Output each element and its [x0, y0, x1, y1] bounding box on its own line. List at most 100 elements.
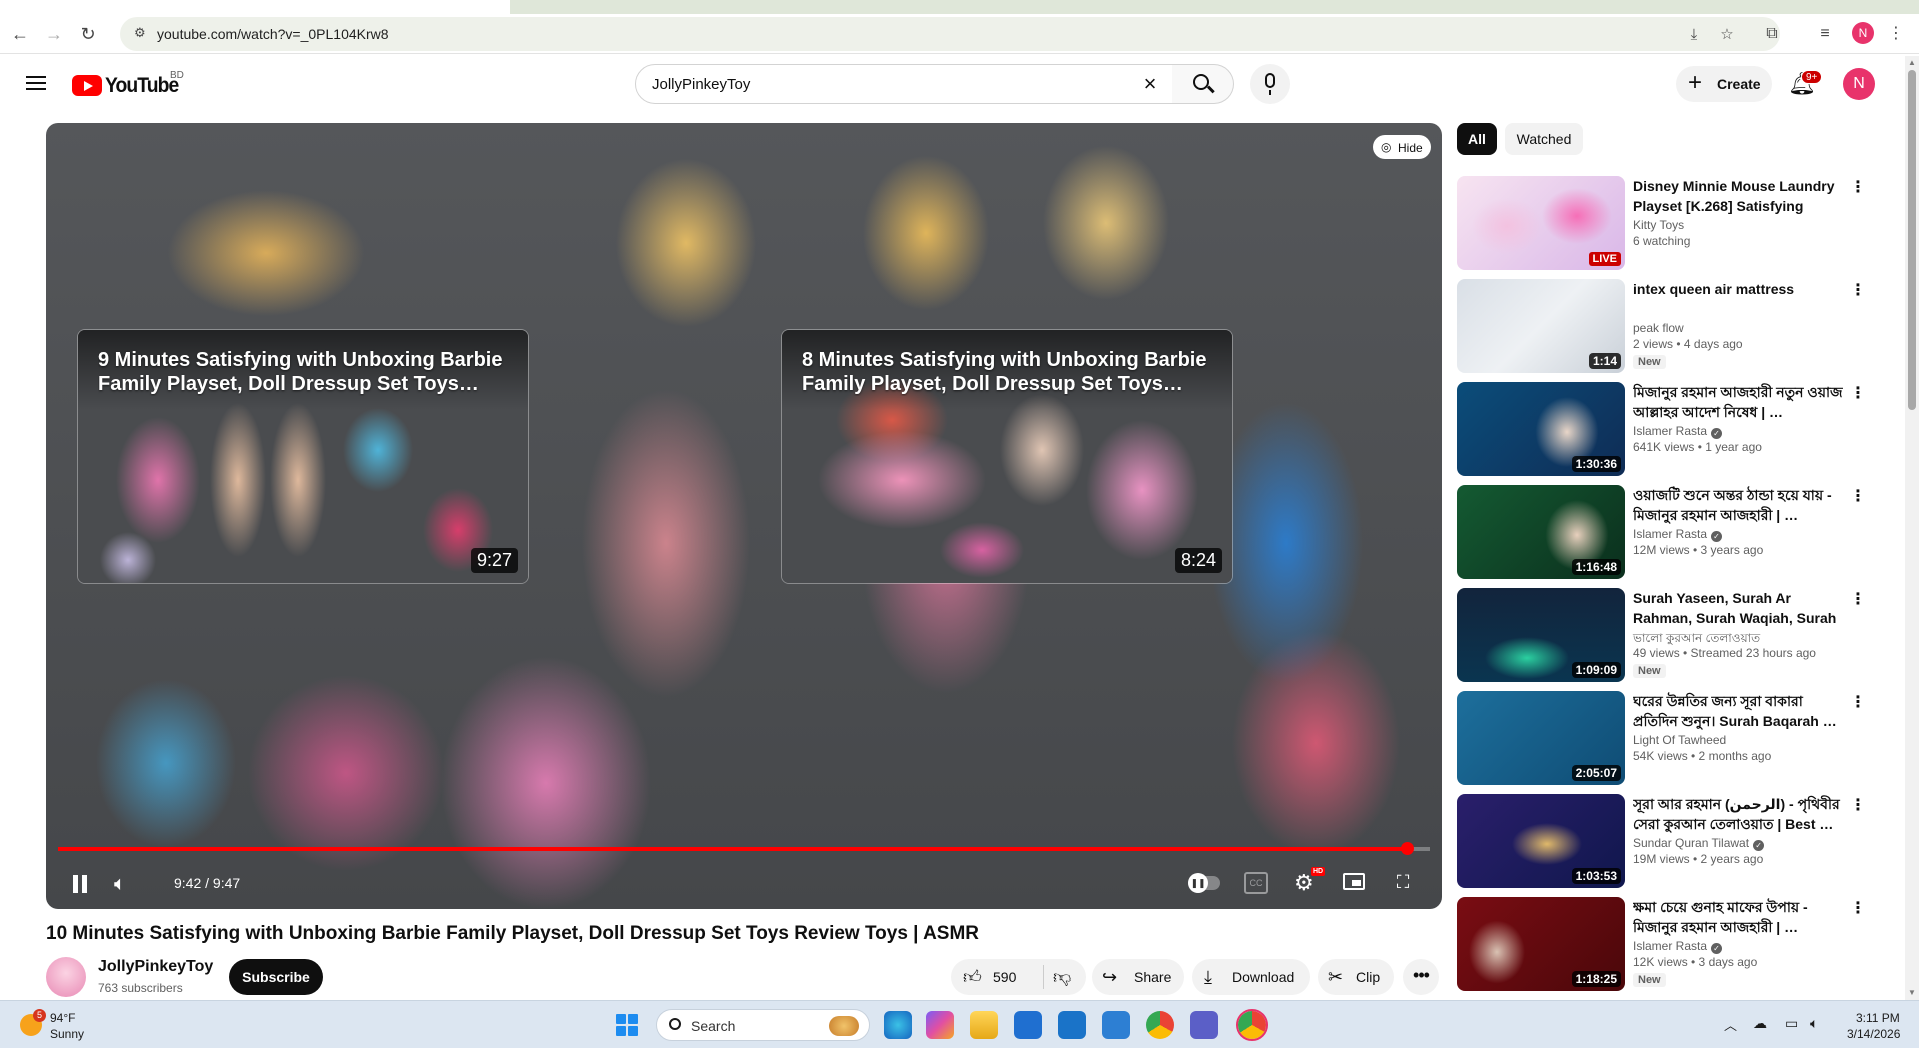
progress-scrubber[interactable] — [1400, 842, 1414, 855]
chip-watched[interactable]: Watched — [1505, 123, 1583, 155]
like-count[interactable]: 590 — [993, 969, 1016, 985]
scroll-down-icon[interactable]: ▼ — [1908, 988, 1916, 997]
copilot-icon[interactable] — [926, 1011, 954, 1039]
subtitles-icon[interactable]: CC — [1244, 872, 1268, 894]
active-tab[interactable] — [0, 0, 510, 14]
download-button[interactable]: ⤓ Download — [1192, 959, 1310, 995]
onedrive-cloud-icon[interactable]: ☁ — [1753, 1015, 1767, 1032]
recommendation-item[interactable]: 1:03:53 সূরা আর রহমান (الرحمن) - পৃথিবীর … — [1457, 794, 1877, 888]
progress-bar[interactable] — [58, 842, 1430, 855]
recommendation-item[interactable]: 1:09:09 Surah Yaseen, Surah Ar Rahman, Su… — [1457, 588, 1877, 682]
hide-endscreen-button[interactable]: ◎ Hide — [1373, 135, 1431, 159]
recommendation-title[interactable]: Surah Yaseen, Surah Ar Rahman, Surah Waq… — [1633, 588, 1845, 628]
recommendation-thumbnail[interactable]: 1:09:09 — [1457, 588, 1625, 682]
recommendation-title[interactable]: মিজানুর রহমান আজহারী নতুন ওয়াজ আল্লাহর … — [1633, 382, 1845, 422]
endscreen-video-card[interactable]: 8 Minutes Satisfying with Unboxing Barbi… — [781, 329, 1233, 584]
recommendation-title[interactable]: ওয়াজটি শুনে অন্তর ঠান্ডা হয়ে যায় - মি… — [1633, 485, 1845, 525]
more-options-icon[interactable]: ⋮ — [1846, 279, 1870, 303]
recommendation-channel[interactable]: Sundar Quran Tilawat — [1633, 836, 1749, 850]
weather-temperature[interactable]: 94°F — [50, 1011, 75, 1025]
recommendation-thumbnail[interactable]: 1:18:25 — [1457, 897, 1625, 991]
media-controls-icon[interactable]: ≡ — [1813, 22, 1837, 46]
address-url[interactable]: youtube.com/watch?v=_0PL104Krw8 — [157, 26, 389, 42]
edge-browser-icon[interactable] — [884, 1011, 912, 1039]
more-options-icon[interactable]: ⋮ — [1846, 588, 1870, 612]
clip-button[interactable]: ✂ Clip — [1318, 959, 1394, 995]
channel-name[interactable]: JollyPinkeyToy — [98, 958, 213, 976]
more-options-icon[interactable]: ⋮ — [1846, 691, 1870, 715]
more-options-icon[interactable]: ⋮ — [1846, 794, 1870, 818]
recommendation-item[interactable]: 1:14 intex queen air mattress peak flow 2 v… — [1457, 279, 1877, 373]
miniplayer-icon[interactable] — [1343, 873, 1365, 890]
recommendation-item[interactable]: 2:05:07 ঘরের উন্নতির জন্য সূরা বাকারা প্র… — [1457, 691, 1877, 785]
bookmark-star-icon[interactable]: ☆ — [1718, 26, 1736, 44]
taskbar-search[interactable]: Search — [656, 1009, 870, 1041]
scroll-up-icon[interactable]: ▲ — [1908, 58, 1916, 67]
chip-all[interactable]: All — [1457, 123, 1497, 155]
recommendation-channel[interactable]: ভালো কুরআন তেলাওয়াত — [1633, 631, 1760, 645]
thumbs-up-icon[interactable]: 👍︎ — [963, 966, 982, 988]
recommendation-item[interactable]: 1:30:36 মিজানুর রহমান আজহারী নতুন ওয়াজ আ… — [1457, 382, 1877, 476]
teams-icon[interactable] — [1190, 1011, 1218, 1039]
pause-icon[interactable] — [68, 872, 92, 896]
more-options-icon[interactable]: ⋮ — [1846, 382, 1870, 406]
volume-icon[interactable]: 🔈︎ — [114, 871, 140, 897]
mail-icon[interactable] — [1058, 1011, 1086, 1039]
chrome-menu-icon[interactable]: ⋮ — [1884, 22, 1908, 46]
recommendation-title[interactable]: ক্ষমা চেয়ে গুনাহ মাফের উপায় - মিজানুর … — [1633, 897, 1845, 937]
scroll-thumb[interactable] — [1908, 70, 1916, 410]
forward-icon[interactable]: → — [42, 22, 66, 46]
microsoft-store-icon[interactable] — [1014, 1011, 1042, 1039]
more-options-icon[interactable]: ⋮ — [1846, 485, 1870, 509]
autoplay-toggle[interactable]: ❚❚ — [1188, 873, 1220, 893]
recommendation-thumbnail[interactable]: 1:16:48 — [1457, 485, 1625, 579]
recommendation-thumbnail[interactable]: 1:30:36 — [1457, 382, 1625, 476]
recommendation-channel[interactable]: Light Of Tawheed — [1633, 733, 1726, 747]
menu-icon[interactable] — [24, 72, 48, 96]
endscreen-video-title[interactable]: 8 Minutes Satisfying with Unboxing Barbi… — [802, 348, 1212, 396]
chrome-icon[interactable] — [1146, 1011, 1174, 1039]
weather-condition[interactable]: Sunny — [50, 1027, 84, 1041]
file-explorer-icon[interactable] — [970, 1011, 998, 1039]
windows-start-icon[interactable] — [616, 1014, 638, 1036]
speaker-icon[interactable]: 🔈︎ — [1810, 1015, 1818, 1032]
channel-avatar[interactable] — [46, 957, 86, 997]
fullscreen-icon[interactable]: ⛶ — [1392, 871, 1414, 893]
recommendation-title[interactable]: সূরা আর রহমান (الرحمن) - পৃথিবীর সেরা কু… — [1633, 794, 1845, 834]
endscreen-video-card[interactable]: 9 Minutes Satisfying with Unboxing Barbi… — [77, 329, 529, 584]
search-input[interactable]: JollyPinkeyToy × — [635, 64, 1173, 104]
endscreen-video-title[interactable]: 9 Minutes Satisfying with Unboxing Barbi… — [98, 348, 508, 396]
share-button[interactable]: ↪ Share — [1092, 959, 1184, 995]
extensions-icon[interactable]: ⧉ — [1760, 22, 1784, 46]
recommendation-thumbnail[interactable]: 2:05:07 — [1457, 691, 1625, 785]
browser-profile-avatar[interactable]: N — [1852, 22, 1874, 44]
recommendation-thumbnail[interactable]: LIVE — [1457, 176, 1625, 270]
recommendation-title[interactable]: intex queen air mattress — [1633, 279, 1845, 299]
address-bar[interactable]: ⚙ youtube.com/watch?v=_0PL104Krw8 ⤓ ☆ — [120, 17, 1780, 51]
account-avatar[interactable]: N — [1843, 68, 1875, 100]
recommendation-item[interactable]: 1:18:25 ক্ষমা চেয়ে গুনাহ মাফের উপায় - ম… — [1457, 897, 1877, 991]
recommendation-channel[interactable]: Kitty Toys — [1633, 218, 1684, 232]
tray-overflow-chevron-icon[interactable]: ︿ — [1724, 1015, 1737, 1034]
voice-search-button[interactable] — [1250, 64, 1290, 104]
clear-search-icon[interactable]: × — [1138, 72, 1162, 96]
thumbs-down-icon[interactable]: 👎︎ — [1053, 966, 1071, 988]
clock-date[interactable]: 3/14/2026 — [1847, 1027, 1900, 1041]
recommendation-channel[interactable]: Islamer Rasta — [1633, 939, 1707, 953]
reload-icon[interactable]: ↻ — [76, 22, 100, 46]
more-options-icon[interactable]: ⋮ — [1846, 176, 1870, 200]
page-scrollbar[interactable]: ▲ ▼ — [1905, 56, 1919, 1000]
recommendation-title[interactable]: Disney Minnie Mouse Laundry Playset [K.2… — [1633, 176, 1845, 216]
search-button[interactable] — [1172, 64, 1234, 104]
recommendation-item[interactable]: 1:16:48 ওয়াজটি শুনে অন্তর ঠান্ডা হয়ে যা… — [1457, 485, 1877, 579]
more-options-icon[interactable]: ⋮ — [1846, 897, 1870, 921]
app-icon[interactable] — [1102, 1011, 1130, 1039]
back-icon[interactable]: ← — [8, 22, 32, 46]
install-app-icon[interactable]: ⤓ — [1685, 26, 1703, 44]
recommendation-channel[interactable]: peak flow — [1633, 321, 1684, 335]
recommendation-thumbnail[interactable]: 1:14 — [1457, 279, 1625, 373]
recommendation-thumbnail[interactable]: 1:03:53 — [1457, 794, 1625, 888]
recommendation-title[interactable]: ঘরের উন্নতির জন্য সূরা বাকারা প্রতিদিন শ… — [1633, 691, 1845, 731]
recommendation-item[interactable]: LIVE Disney Minnie Mouse Laundry Playset … — [1457, 176, 1877, 270]
subscribe-button[interactable]: Subscribe — [229, 959, 323, 995]
